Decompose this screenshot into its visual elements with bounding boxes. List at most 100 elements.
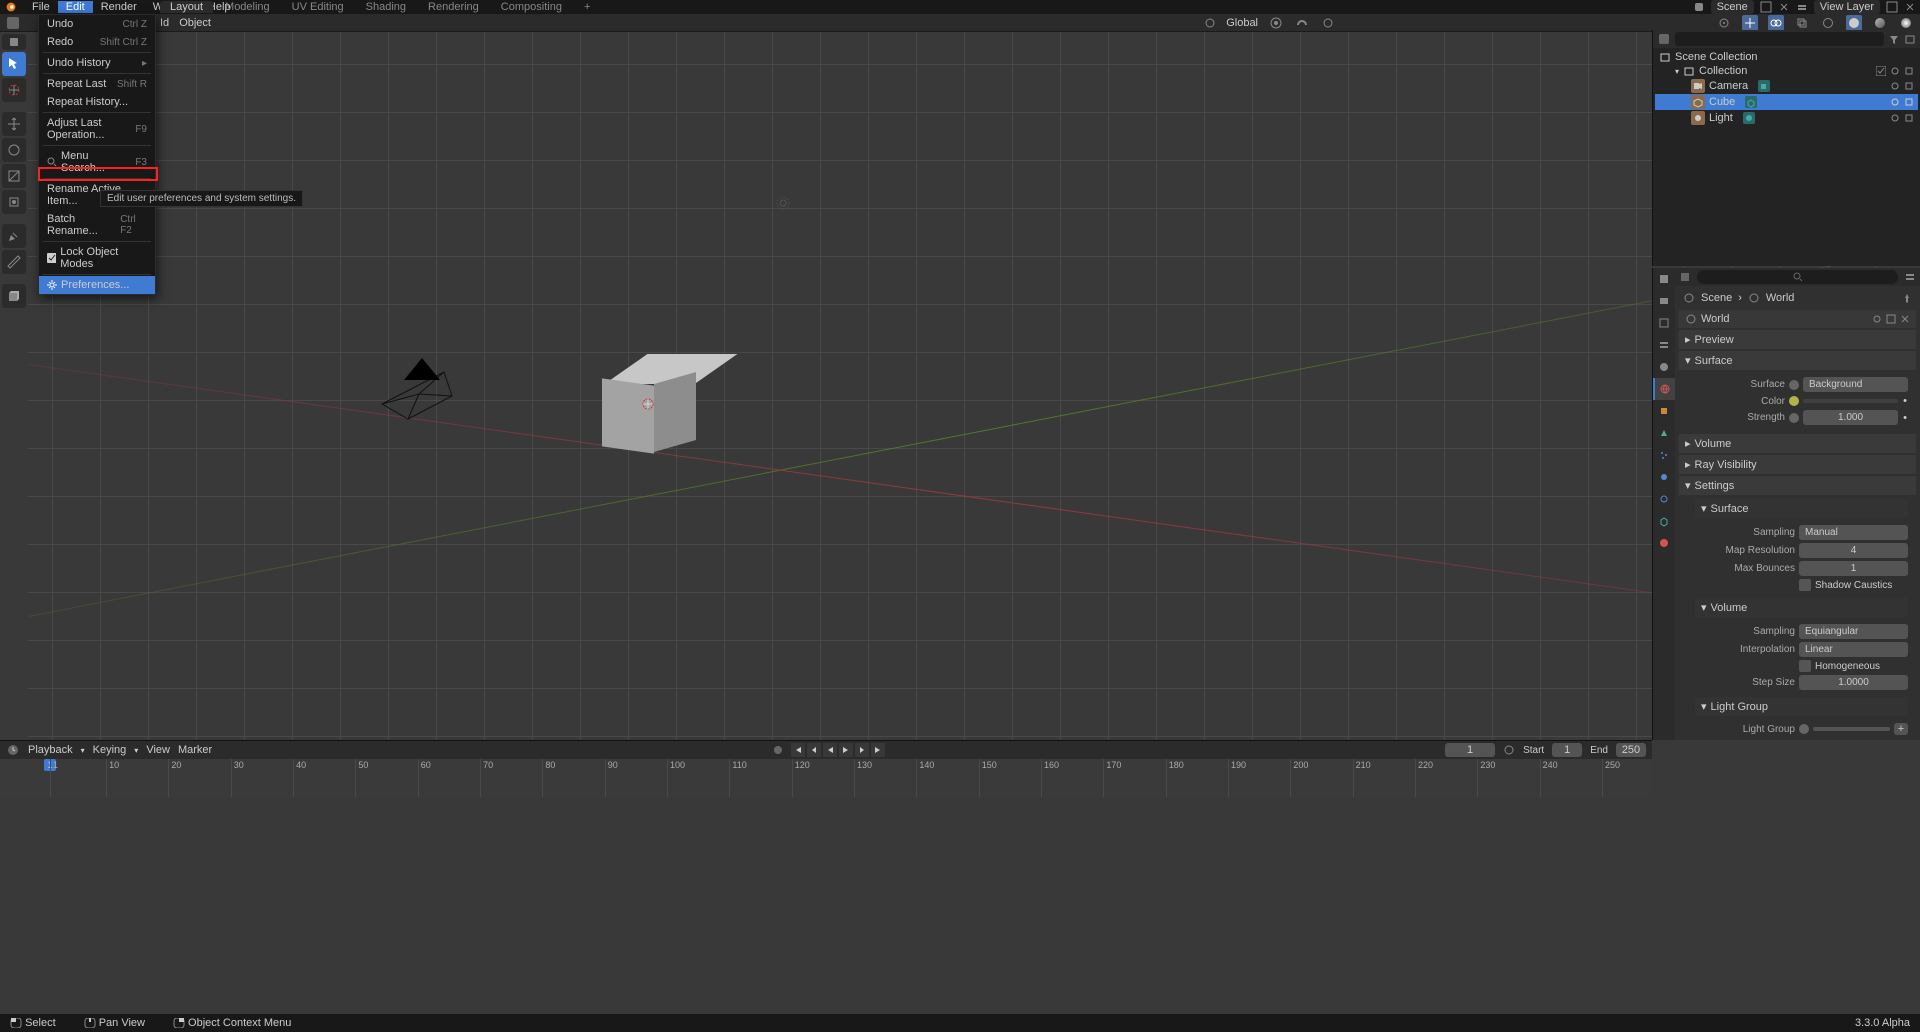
eye-icon[interactable] [1890,97,1900,107]
val-sampling[interactable]: Manual [1799,525,1908,540]
viewport-3d[interactable]: Y Z X [28,32,1920,740]
node-socket-icon[interactable] [1799,724,1809,734]
node-link-icon[interactable]: • [1902,395,1908,407]
tab-layout[interactable]: Layout [160,1,213,13]
panel-settings[interactable]: ▾Settings [1679,476,1916,495]
current-frame-field[interactable]: 1 [1445,743,1495,757]
jump-start-icon[interactable] [791,743,805,757]
xray-icon[interactable] [1794,15,1810,31]
shading-matprev-icon[interactable] [1872,15,1888,31]
val-vsampling[interactable]: Equiangular [1799,624,1908,639]
scene-field[interactable]: Scene [1711,0,1754,14]
node-socket-icon[interactable] [1789,413,1799,423]
play-reverse-icon[interactable] [823,743,837,757]
shading-solid-icon[interactable] [1846,15,1862,31]
chevron-down-icon[interactable]: ▾ [1675,67,1679,76]
val-lightgroup[interactable] [1813,727,1890,731]
tab-modeling[interactable]: Modeling [215,1,280,13]
gizmo-icon[interactable] [1742,15,1758,31]
outliner-row-scene-collection[interactable]: Scene Collection [1655,50,1918,64]
new-icon[interactable] [1886,314,1896,324]
ptab-particles[interactable] [1653,444,1675,466]
tool-select-box[interactable] [2,52,26,76]
outliner-mode-icon[interactable] [1657,32,1671,46]
ptab-constraints[interactable] [1653,488,1675,510]
tab-shading[interactable]: Shading [356,1,416,13]
mi-adjust-last[interactable]: Adjust Last Operation...F9 [39,114,155,144]
tool-add-cube[interactable] [2,284,26,308]
editor-type-icon[interactable] [6,16,20,30]
val-interp[interactable]: Linear [1799,642,1908,657]
checkbox-shadow-caustics[interactable] [1799,579,1811,591]
tl-menu-view[interactable]: View [146,744,170,756]
panel-ray-visibility[interactable]: ▸Ray Visibility [1679,455,1916,474]
render-icon[interactable] [1904,81,1914,91]
light-object[interactable] [775,195,791,211]
timeline-track[interactable]: 1 11020304050607080901001101201301401501… [0,759,1652,797]
props-search[interactable] [1697,270,1898,284]
color-swatch[interactable] [1803,399,1898,403]
remove-viewlayer-icon[interactable] [1904,1,1916,13]
crumb-world[interactable]: World [1766,292,1795,304]
ptab-render[interactable] [1653,290,1675,312]
props-editor-icon[interactable] [1679,271,1691,283]
tab-compositing[interactable]: Compositing [491,1,572,13]
tl-menu-marker[interactable]: Marker [178,744,212,756]
outliner-search[interactable] [1675,32,1884,46]
tab-rendering[interactable]: Rendering [418,1,489,13]
ptab-world[interactable] [1653,378,1675,400]
shading-rendered-icon[interactable] [1898,15,1914,31]
node-socket-icon[interactable] [1789,396,1799,406]
mi-repeat-history[interactable]: Repeat History... [39,93,155,111]
mi-batch-rename[interactable]: Batch Rename...Ctrl F2 [39,210,155,240]
val-strength[interactable]: 1.000 [1803,410,1898,425]
pivot-icon[interactable] [1268,15,1284,31]
play-icon[interactable] [839,743,853,757]
subpanel-volume[interactable]: ▾Volume [1695,598,1908,617]
tab-uv[interactable]: UV Editing [282,1,354,13]
mi-lock-object-modes[interactable]: Lock Object Modes [39,243,155,273]
ptab-data[interactable] [1653,510,1675,532]
outliner-row-light[interactable]: Light [1655,110,1918,126]
prev-key-icon[interactable] [807,743,821,757]
outliner-row-collection[interactable]: ▾ Collection [1655,64,1918,78]
tool-scale[interactable] [2,164,26,188]
checkbox-icon[interactable] [1876,66,1886,76]
world-name[interactable]: World [1701,313,1868,325]
checkbox-homogeneous[interactable] [1799,660,1811,672]
tool-measure[interactable] [2,250,26,274]
ptab-viewlayer[interactable] [1653,334,1675,356]
val-mapres[interactable]: 4 [1799,543,1908,558]
viewlayer-field[interactable]: View Layer [1814,0,1880,14]
overlay-icon[interactable] [1768,15,1784,31]
tl-menu-playback[interactable]: Playback [28,744,73,756]
tool-rotate[interactable] [2,138,26,162]
tool-move[interactable] [2,112,26,136]
tool-tweak-alt[interactable] [2,34,26,50]
ptab-scene[interactable] [1653,356,1675,378]
ptab-object[interactable] [1653,400,1675,422]
panel-surface[interactable]: ▾Surface [1679,351,1916,370]
subpanel-lightgroup[interactable]: ▾Light Group [1695,697,1908,716]
ptab-modifiers[interactable] [1653,422,1675,444]
menu-render[interactable]: Render [93,1,145,13]
menu-edit[interactable]: Edit [58,1,93,13]
tool-transform[interactable] [2,190,26,214]
timecode-icon[interactable] [1503,744,1515,756]
panel-volume[interactable]: ▸Volume [1679,434,1916,453]
node-link-icon[interactable]: • [1902,412,1908,424]
tl-menu-keying[interactable]: Keying [93,744,127,756]
node-socket-icon[interactable] [1789,380,1799,390]
panel-preview[interactable]: ▸Preview [1679,330,1916,349]
world-datablock-field[interactable]: World [1679,310,1916,328]
next-key-icon[interactable] [855,743,869,757]
remove-scene-icon[interactable] [1778,1,1790,13]
tab-add[interactable]: + [574,1,600,13]
tool-annotate[interactable] [2,224,26,248]
visibility-icon[interactable] [1716,15,1732,31]
snap-icon[interactable] [1294,15,1310,31]
default-cube[interactable] [602,354,697,454]
header-menu-id[interactable]: Id [160,17,169,29]
mi-undo-history[interactable]: Undo History▸ [39,54,155,72]
subpanel-surface[interactable]: ▾Surface [1695,499,1908,518]
